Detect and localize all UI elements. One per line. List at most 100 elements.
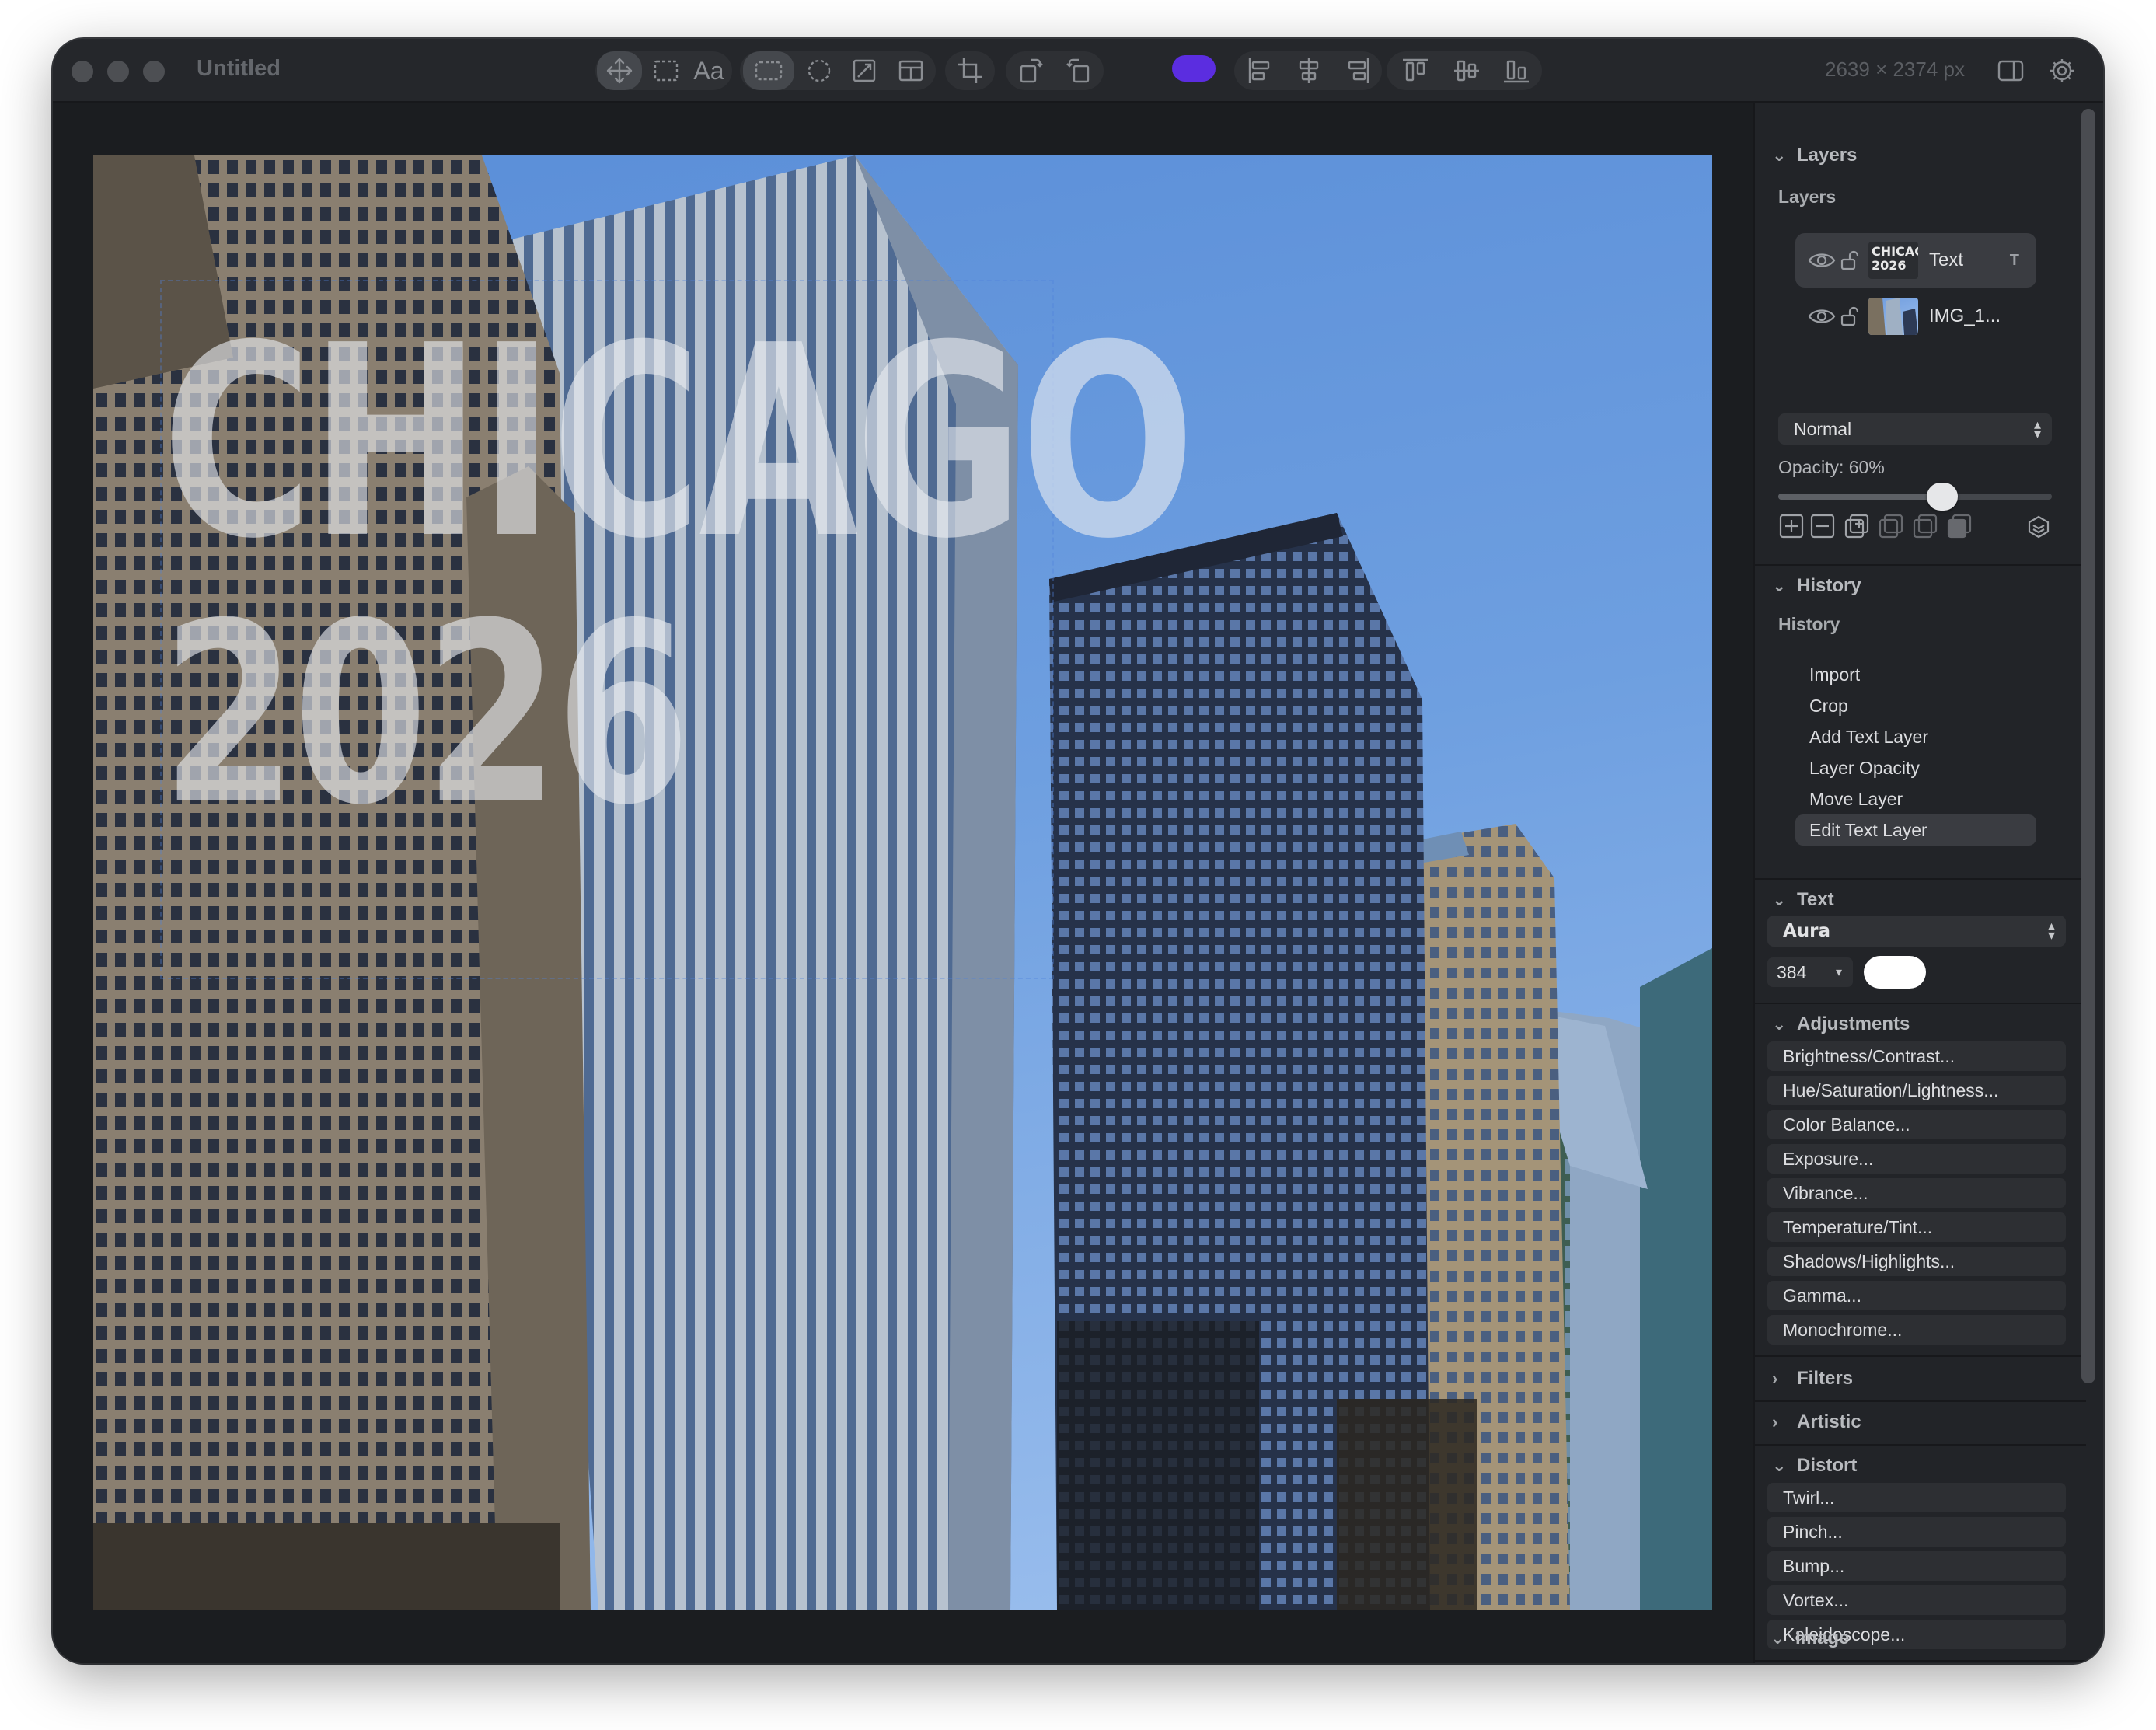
adjustment-button[interactable]: Shadows/Highlights...	[1767, 1247, 2066, 1276]
chevron-down-icon: ⌄	[1772, 1456, 1787, 1475]
toggle-sidebar-button[interactable]	[1991, 51, 2030, 90]
layer-actions-toolbar	[1778, 513, 2058, 541]
font-size-value: 384	[1777, 961, 1807, 982]
text-color-swatch[interactable]	[1864, 956, 1926, 989]
history-item[interactable]: Move Layer	[1795, 783, 2036, 814]
distort-header-label: Distort	[1797, 1455, 1858, 1476]
unlock-icon[interactable]	[1840, 250, 1859, 270]
canvas-image[interactable]: CHICAGO 2026	[93, 155, 1712, 1610]
text-layer-icon: T	[2009, 251, 2019, 269]
divider	[1755, 1400, 2086, 1402]
history-item[interactable]: Add Text Layer	[1795, 721, 2036, 752]
move-tool-button[interactable]	[597, 51, 642, 90]
merge-down-button[interactable]	[1878, 513, 1904, 539]
layer-effects-button[interactable]	[2025, 513, 2052, 539]
adjustment-button[interactable]: Vibrance...	[1767, 1178, 2066, 1208]
distort-section-header[interactable]: ⌄ Distort	[1772, 1455, 1857, 1477]
history-item[interactable]: Layer Opacity	[1795, 752, 2036, 783]
adjustment-button[interactable]: Brightness/Contrast...	[1767, 1041, 2066, 1071]
layer-row-image[interactable]: IMG_1...	[1795, 289, 2036, 344]
layout-button[interactable]	[889, 51, 933, 90]
divider	[1755, 1660, 2086, 1662]
settings-button[interactable]	[2043, 51, 2081, 90]
opacity-slider-knob[interactable]	[1927, 483, 1959, 511]
marquee-tool-button[interactable]	[647, 51, 686, 90]
align-left-icon	[1248, 58, 1270, 83]
image-thumbnail-graphic	[1868, 298, 1918, 335]
blend-mode-value: Normal	[1794, 418, 1852, 439]
image-header-label: Image	[1795, 1627, 1850, 1648]
minimize-window-button[interactable]	[107, 61, 129, 82]
align-right-icon	[1348, 58, 1369, 83]
layer-effects-icon	[2028, 515, 2050, 539]
filters-section-header[interactable]: › Filters	[1772, 1368, 1853, 1390]
text-tool-button[interactable]: Aa	[687, 51, 731, 90]
thumb-line2: 2026	[1872, 258, 1907, 273]
rotate-left-button[interactable]	[1009, 51, 1052, 90]
plus-icon	[1779, 514, 1804, 539]
divider	[1755, 878, 2086, 880]
adjustments-section-header[interactable]: ⌄ Adjustments	[1772, 1013, 1910, 1035]
ellipse-select-button[interactable]	[797, 51, 841, 90]
distort-button[interactable]: Bump...	[1767, 1551, 2066, 1581]
font-family-select[interactable]: Aura ▴ ▾	[1767, 916, 2066, 947]
image-section-header[interactable]: ⌄ Image	[1771, 1627, 1849, 1649]
history-item[interactable]: Import	[1795, 659, 2036, 690]
adjustment-button[interactable]: Color Balance...	[1767, 1110, 2066, 1139]
zoom-window-button[interactable]	[143, 61, 165, 82]
marquee-select-icon	[654, 60, 679, 82]
history-section-header[interactable]: ⌄ History	[1772, 575, 1861, 597]
canvas-area[interactable]: CHICAGO 2026	[53, 103, 1753, 1663]
align-center-h-button[interactable]	[1286, 51, 1332, 90]
adjustment-button[interactable]: Gamma...	[1767, 1281, 2066, 1310]
opacity-slider[interactable]	[1778, 483, 2052, 511]
chevron-down-icon[interactable]: ▾	[1836, 964, 1842, 980]
chevron-down-icon: ⌄	[1772, 576, 1787, 595]
crop-button[interactable]	[948, 51, 992, 90]
move-icon	[606, 58, 633, 84]
history-item[interactable]: Crop	[1795, 690, 2036, 721]
layers-section-header[interactable]: ⌄ Layers	[1772, 145, 1857, 166]
chevron-down-icon: ⌄	[1772, 890, 1787, 909]
duplicate-layer-button[interactable]	[1844, 513, 1870, 539]
align-left-button[interactable]	[1237, 51, 1284, 90]
font-family-value: Aura	[1783, 921, 1831, 941]
adjustment-button[interactable]: Exposure...	[1767, 1144, 2066, 1174]
transform-button[interactable]	[843, 51, 886, 90]
mask-layer-button[interactable]	[1946, 513, 1973, 539]
distort-button[interactable]: Pinch...	[1767, 1517, 2066, 1547]
distort-button[interactable]: Twirl...	[1767, 1483, 2066, 1512]
panel-scrollbar[interactable]	[2081, 109, 2095, 1383]
adjustment-button[interactable]: Hue/Saturation/Lightness...	[1767, 1076, 2066, 1105]
remove-layer-button[interactable]	[1809, 513, 1836, 539]
align-bottom-icon	[1504, 60, 1529, 83]
overlay-text-line2[interactable]: 2026	[162, 591, 691, 839]
adjustment-button[interactable]: Temperature/Tint...	[1767, 1212, 2066, 1242]
text-section-header[interactable]: ⌄ Text	[1772, 889, 1834, 911]
eye-icon[interactable]	[1808, 307, 1836, 326]
merge-icon	[1879, 514, 1903, 539]
font-size-field[interactable]: 384 ▾	[1767, 957, 1853, 987]
close-window-button[interactable]	[72, 61, 93, 82]
align-bottom-button[interactable]	[1492, 51, 1540, 90]
crop-icon	[958, 58, 982, 83]
align-top-button[interactable]	[1391, 51, 1439, 90]
align-right-button[interactable]	[1334, 51, 1380, 90]
rect-select-button[interactable]	[743, 51, 794, 90]
group-layers-button[interactable]	[1912, 513, 1938, 539]
text-header-label: Text	[1797, 889, 1834, 910]
overlay-text-line1[interactable]: CHICAGO	[162, 311, 1195, 575]
align-center-v-button[interactable]	[1443, 51, 1491, 90]
artistic-section-header[interactable]: › Artistic	[1772, 1411, 1861, 1433]
foreground-color-swatch[interactable]	[1172, 55, 1216, 82]
eye-icon[interactable]	[1808, 251, 1836, 270]
history-item-selected[interactable]: Edit Text Layer	[1795, 814, 2036, 846]
add-layer-button[interactable]	[1778, 513, 1805, 539]
adjustment-button[interactable]: Monochrome...	[1767, 1315, 2066, 1345]
distort-button[interactable]: Vortex...	[1767, 1585, 2066, 1615]
layer-row-text[interactable]: CHICAGO 2026 Text T	[1795, 233, 2036, 288]
align-center-h-icon	[1299, 58, 1319, 83]
rotate-right-button[interactable]	[1057, 51, 1101, 90]
unlock-icon[interactable]	[1840, 306, 1859, 326]
blend-mode-select[interactable]: Normal ▴ ▾	[1778, 413, 2052, 445]
